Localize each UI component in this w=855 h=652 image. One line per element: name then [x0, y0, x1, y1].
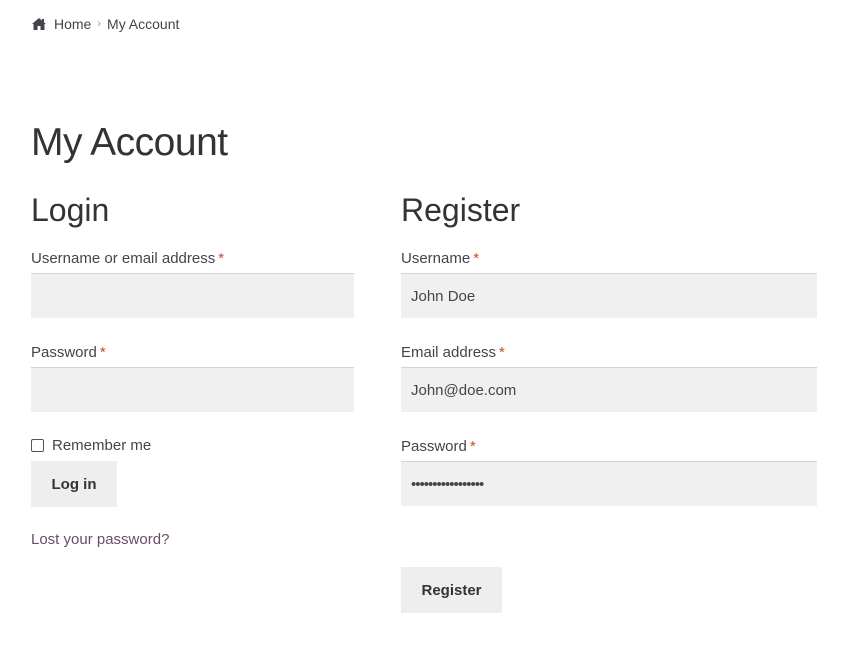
remember-me-label[interactable]: Remember me [52, 437, 151, 454]
login-password-input[interactable] [31, 367, 354, 412]
register-password-label-text: Password [401, 438, 467, 455]
register-username-input[interactable] [401, 273, 817, 318]
page-title: My Account [31, 121, 228, 164]
register-username-label-text: Username [401, 250, 471, 267]
required-marker: * [499, 344, 505, 361]
my-account-page: Home › My Account My Account Login Usern… [0, 0, 855, 652]
remember-me-row: Remember me [31, 437, 151, 454]
login-username-label-text: Username or email address [31, 250, 216, 267]
register-username-label: Username * [401, 249, 479, 269]
breadcrumb-home-link[interactable]: Home [54, 16, 91, 32]
login-username-input[interactable] [31, 273, 354, 318]
login-username-label: Username or email address * [31, 249, 224, 269]
login-button[interactable]: Log in [31, 461, 117, 507]
register-email-label: Email address * [401, 343, 505, 363]
required-marker: * [99, 344, 106, 361]
register-email-label-text: Email address [401, 344, 497, 361]
breadcrumb: Home › My Account [31, 15, 179, 33]
home-icon [32, 18, 46, 30]
remember-me-checkbox[interactable] [31, 439, 44, 452]
register-email-input[interactable] [401, 367, 817, 412]
breadcrumb-separator: › [97, 18, 102, 30]
lost-password-link[interactable]: Lost your password? [31, 531, 169, 548]
register-button[interactable]: Register [401, 567, 502, 613]
login-heading: Login [31, 192, 110, 228]
register-password-label: Password * [401, 437, 476, 457]
required-marker: * [469, 438, 476, 455]
breadcrumb-current: My Account [107, 16, 180, 32]
required-marker: * [218, 250, 225, 267]
required-marker: * [473, 250, 480, 267]
login-password-label-text: Password [31, 344, 97, 361]
register-password-input[interactable] [401, 461, 817, 506]
login-password-label: Password * [31, 343, 106, 363]
register-heading: Register [401, 192, 521, 228]
